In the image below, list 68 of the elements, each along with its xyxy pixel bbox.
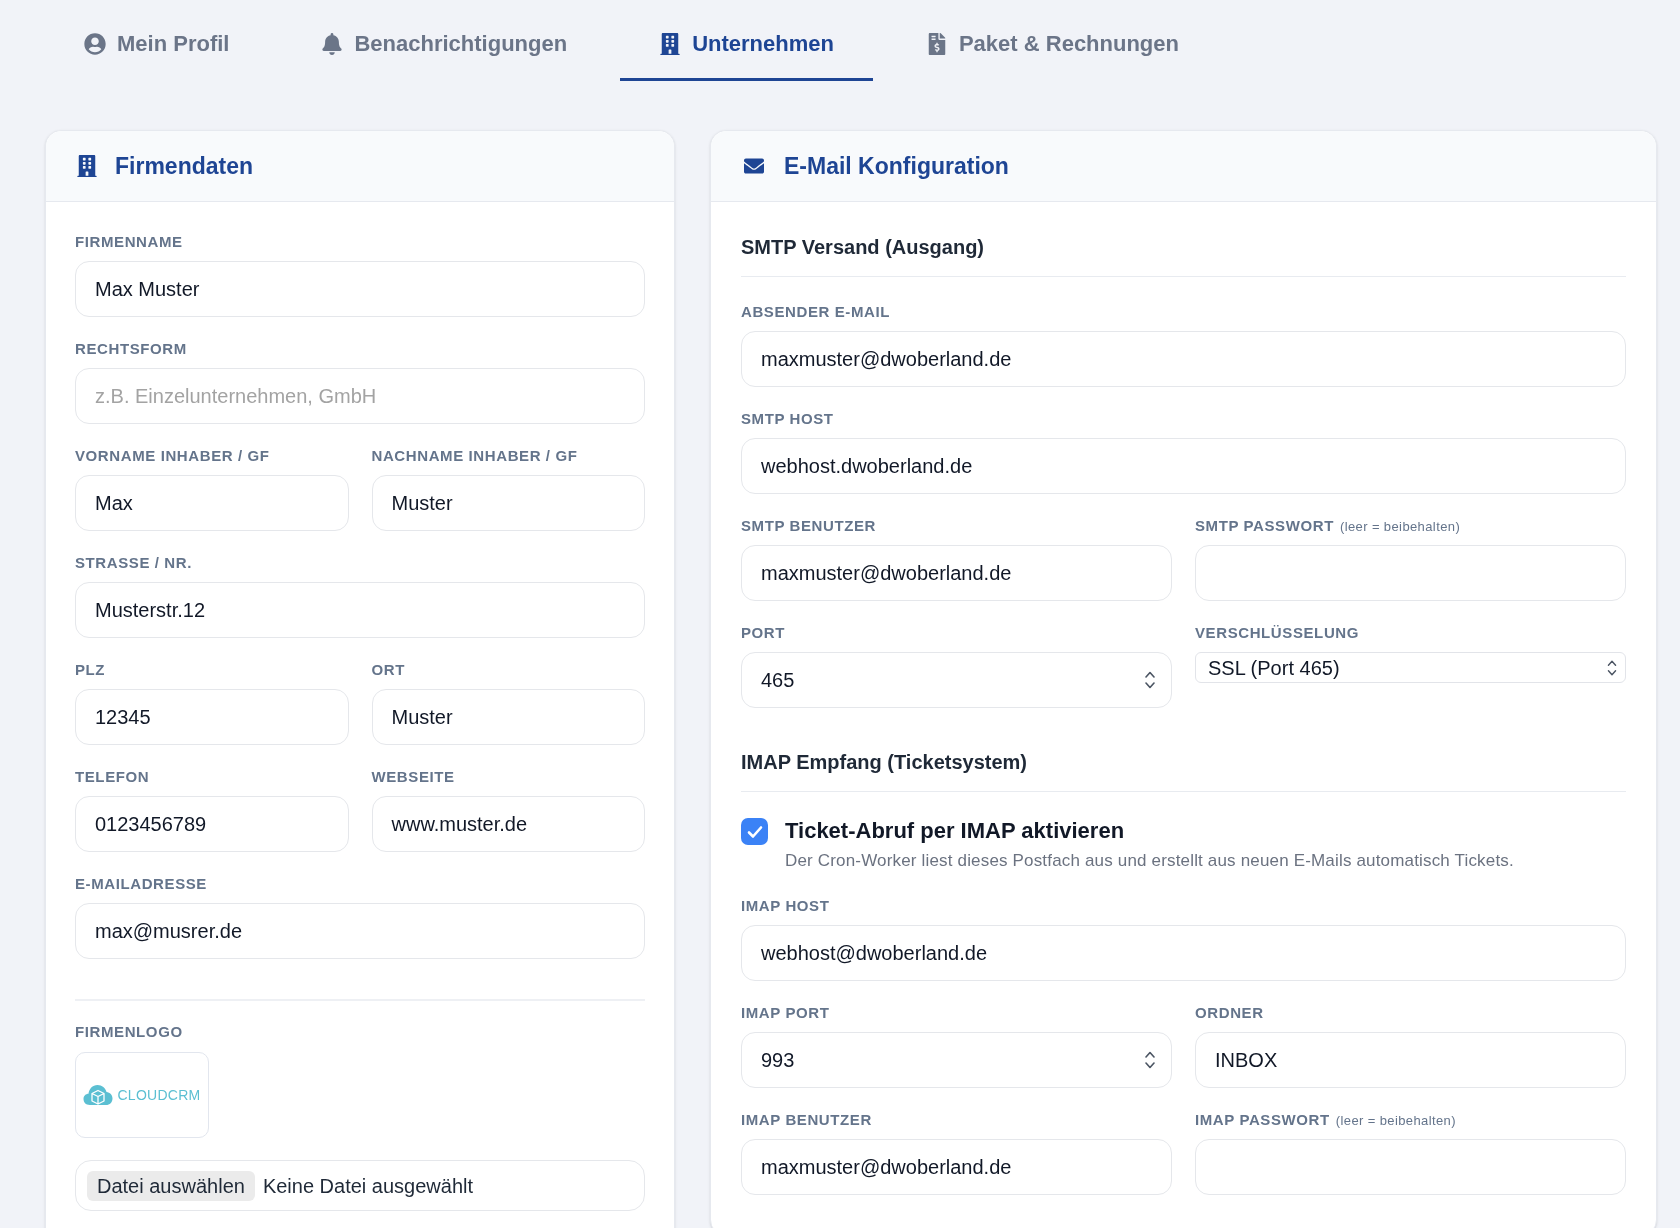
field-label: ABSENDER E-MAIL <box>741 302 890 322</box>
checkbox-label[interactable]: Ticket-Abruf per IMAP aktivieren <box>785 817 1125 845</box>
checkbox-description: Der Cron-Worker liest dieses Postfach aus und erstellt aus neuen E-Mails automatisch Tickets. <box>785 850 1514 872</box>
field-label: ORT <box>371 660 405 680</box>
select-field[interactable]: SSL (Port 465) <box>1195 652 1626 683</box>
hint-text: (leer = beibehalten) <box>1335 1112 1456 1130</box>
check-icon <box>746 824 763 839</box>
tab[interactable]: Mein Profil <box>45 0 269 81</box>
input-field[interactable]: maxmuster@dwoberland.de <box>741 545 1172 601</box>
field-label: SMTP BENUTZER <box>741 516 877 536</box>
field-label: IMAP HOST <box>741 896 830 916</box>
bell-icon <box>321 33 344 55</box>
input-field[interactable]: webhost@dwoberland.de <box>741 925 1626 981</box>
field-label: RECHTSFORM <box>75 339 187 359</box>
input-field[interactable]: max@musrer.de <box>75 903 645 959</box>
field-label: SMTP HOST <box>741 409 834 429</box>
field-label: FIRMENLOGO <box>75 1022 183 1042</box>
input-field[interactable] <box>1195 1139 1626 1195</box>
tab[interactable]: Unternehmen <box>620 0 873 81</box>
field-label: VERSCHLÜSSELUNG <box>1195 623 1360 643</box>
input-field[interactable] <box>1195 545 1626 601</box>
input-field[interactable]: webhost.dwoberland.de <box>741 438 1626 494</box>
field-label: VORNAME INHABER / GF <box>75 446 270 466</box>
input-field[interactable]: Musterstr.12 <box>75 582 645 638</box>
field-label: STRASSE / NR. <box>75 553 192 573</box>
hint-text: (leer = beibehalten) <box>1339 518 1461 536</box>
tab[interactable]: Benachrichtigungen <box>282 0 607 81</box>
field-label: TELEFON <box>75 767 150 787</box>
logo-wordmark: CLOUDCRM <box>117 1088 201 1102</box>
file-status-text: Keine Datei ausgewählt <box>262 1173 473 1199</box>
field-label: IMAP BENUTZER <box>741 1110 872 1130</box>
field-label: FIRMENNAME <box>75 232 183 252</box>
section-heading: IMAP Empfang (Ticketsystem) <box>741 751 1027 773</box>
building-icon <box>659 33 682 55</box>
field-label: E-MAILADRESSE <box>75 874 207 894</box>
field-label: ORDNER <box>1195 1003 1264 1023</box>
input-field[interactable]: maxmuster@dwoberland.de <box>741 331 1626 387</box>
building-icon <box>77 155 97 177</box>
input-field[interactable]: Max Muster <box>75 261 645 317</box>
choose-file-button[interactable]: Datei auswählen <box>87 1170 255 1201</box>
section-heading: SMTP Versand (Ausgang) <box>741 236 984 258</box>
field-label: SMTP PASSWORT <box>1195 516 1334 536</box>
input-field[interactable]: 465 <box>741 652 1172 708</box>
chevron-up-down-icon <box>1607 659 1617 676</box>
input-field[interactable]: Muster <box>371 475 645 531</box>
chevron-up-down-icon <box>1145 1051 1155 1069</box>
field-label: PORT <box>741 623 786 643</box>
field-label: NACHNAME INHABER / GF <box>371 446 578 466</box>
input-field[interactable]: Muster <box>371 689 645 745</box>
checkbox[interactable] <box>741 818 768 845</box>
input-field[interactable]: 12345 <box>75 689 349 745</box>
input-field[interactable]: 0123456789 <box>75 796 349 852</box>
cloud-cube-icon <box>83 1084 114 1106</box>
field-label: IMAP PASSWORT <box>1195 1110 1330 1130</box>
input-field[interactable]: www.muster.de <box>371 796 645 852</box>
input-field[interactable]: INBOX <box>1195 1032 1626 1088</box>
input-field[interactable]: 993 <box>741 1032 1172 1088</box>
chevron-up-down-icon <box>1145 671 1155 689</box>
field-label: WEBSEITE <box>371 767 455 787</box>
field-label: IMAP PORT <box>741 1003 830 1023</box>
card-title: Firmendaten <box>115 151 254 181</box>
input-field[interactable]: maxmuster@dwoberland.de <box>741 1139 1172 1195</box>
tab[interactable]: Paket & Rechnungen <box>886 0 1218 81</box>
file-input[interactable]: Datei auswählen Keine Datei ausgewählt <box>75 1160 645 1211</box>
envelope-icon <box>742 156 766 176</box>
input-field[interactable]: Max <box>75 475 349 531</box>
field-label: PLZ <box>75 660 106 680</box>
card-title: E-Mail Konfiguration <box>784 151 1009 181</box>
